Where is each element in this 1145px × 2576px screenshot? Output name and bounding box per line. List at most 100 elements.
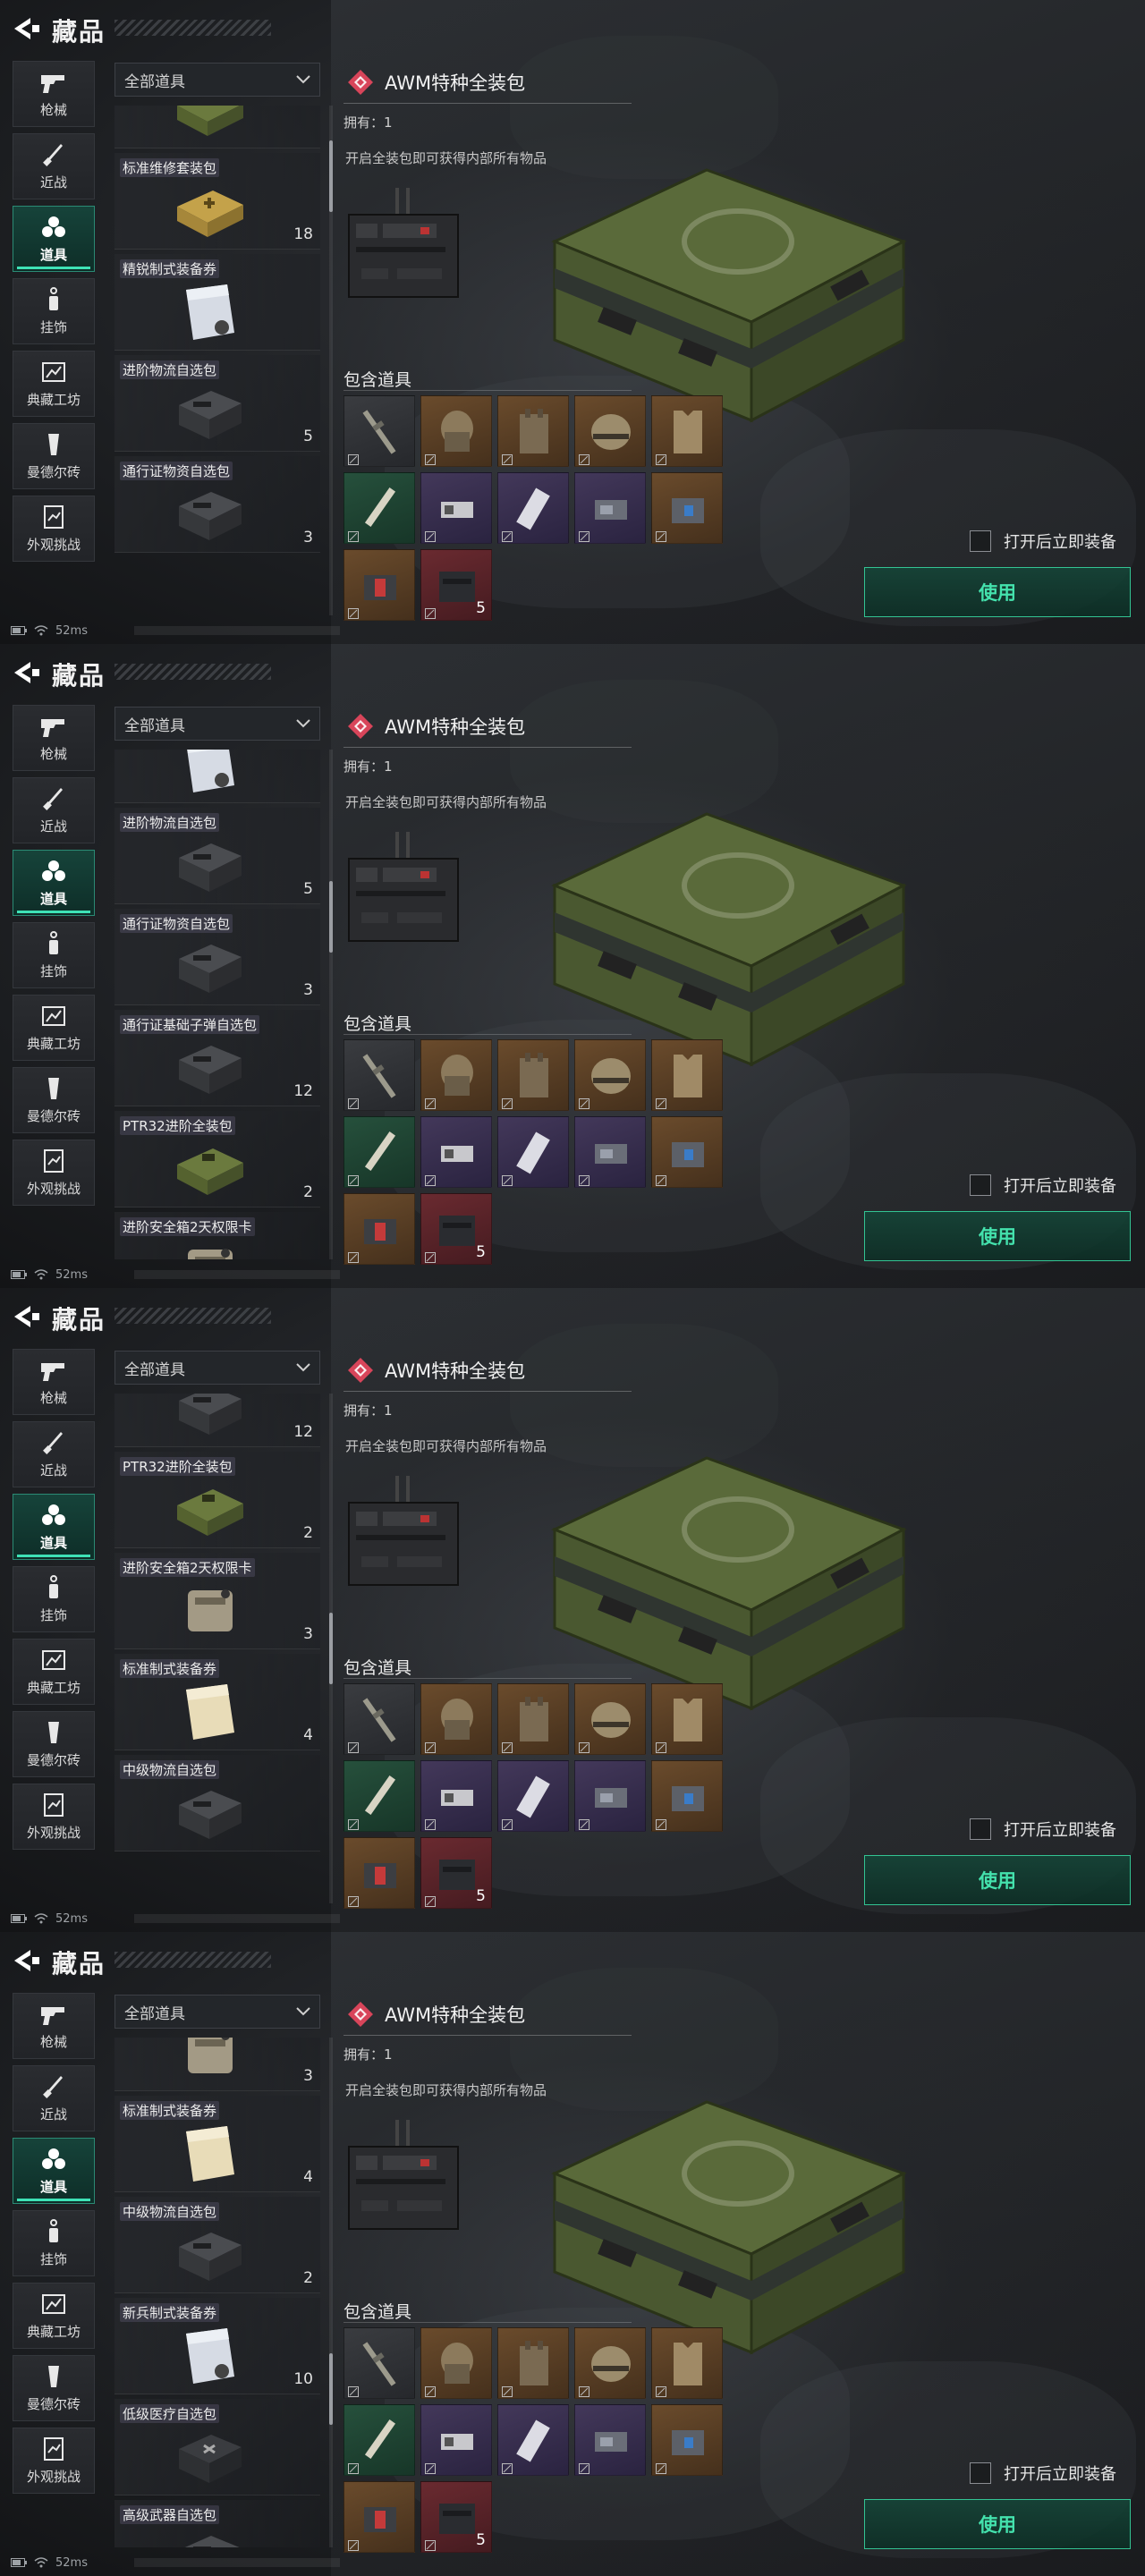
nav-item-2[interactable]: 道具 xyxy=(13,206,95,272)
list-item[interactable]: 新兵制式装备券 10 xyxy=(114,2298,320,2394)
auto-equip-option[interactable]: 打开后立即装备 xyxy=(970,1818,1116,1841)
nav-item-6[interactable]: 外观挑战 xyxy=(13,1140,95,1206)
contents-item[interactable] xyxy=(651,1760,723,1832)
contents-item[interactable] xyxy=(574,472,646,544)
nav-item-2[interactable]: 道具 xyxy=(13,2138,95,2204)
contents-item[interactable] xyxy=(344,1683,415,1755)
auto-equip-checkbox[interactable] xyxy=(970,2462,991,2484)
contents-item[interactable] xyxy=(420,472,492,544)
contents-item[interactable] xyxy=(344,2404,415,2476)
item-list[interactable]: 进阶物流自选包 5 通行证物资自选包 3 通行证基础子弹自选包 12 PTR32进阶全装包 2… xyxy=(114,750,326,1259)
nav-item-1[interactable]: 近战 xyxy=(13,133,95,199)
nav-item-4[interactable]: 典藏工坊 xyxy=(13,2283,95,2349)
list-item[interactable]: 标准维修套装包 18 xyxy=(114,153,320,250)
nav-item-0[interactable]: 枪械 xyxy=(13,705,95,771)
item-filter-dropdown[interactable]: 全部道具 xyxy=(114,63,320,97)
use-button[interactable]: 使用 xyxy=(864,567,1131,617)
contents-item[interactable] xyxy=(497,2327,569,2399)
contents-item[interactable]: 5 xyxy=(420,549,492,621)
list-item[interactable]: 高级武器自选包 xyxy=(114,2500,320,2547)
contents-item[interactable] xyxy=(574,2404,646,2476)
contents-item[interactable] xyxy=(497,1116,569,1188)
contents-item[interactable] xyxy=(651,2404,723,2476)
item-filter-dropdown[interactable]: 全部道具 xyxy=(114,1351,320,1385)
contents-item[interactable] xyxy=(497,1683,569,1755)
back-button[interactable] xyxy=(11,1302,41,1331)
nav-item-5[interactable]: 曼德尔砖 xyxy=(13,423,95,489)
nav-item-6[interactable]: 外观挑战 xyxy=(13,1784,95,1850)
nav-item-1[interactable]: 近战 xyxy=(13,1421,95,1487)
contents-item[interactable] xyxy=(420,2327,492,2399)
contents-item[interactable] xyxy=(574,1683,646,1755)
contents-item[interactable] xyxy=(497,1039,569,1111)
nav-item-0[interactable]: 枪械 xyxy=(13,1993,95,2059)
contents-item[interactable] xyxy=(344,549,415,621)
nav-item-5[interactable]: 曼德尔砖 xyxy=(13,1711,95,1777)
back-button[interactable] xyxy=(11,1946,41,1975)
contents-item[interactable] xyxy=(574,1116,646,1188)
auto-equip-option[interactable]: 打开后立即装备 xyxy=(970,1174,1116,1197)
list-item[interactable] xyxy=(114,750,320,803)
list-item[interactable]: 进阶安全箱2天权限卡 3 xyxy=(114,1553,320,1649)
contents-item[interactable] xyxy=(651,395,723,467)
contents-item[interactable]: 5 xyxy=(420,1193,492,1265)
nav-item-6[interactable]: 外观挑战 xyxy=(13,2428,95,2494)
contents-item[interactable] xyxy=(420,1116,492,1188)
list-item[interactable]: 中级物流自选包 xyxy=(114,1755,320,1852)
auto-equip-checkbox[interactable] xyxy=(970,1174,991,1196)
list-item[interactable]: PTR32进阶全装包 2 xyxy=(114,1452,320,1548)
item-list[interactable]: QJB201高级全装包标准维修套装包 18 精锐制式装备券进阶物流自选包 5 通行证物资… xyxy=(114,106,326,615)
contents-item[interactable]: 5 xyxy=(420,2481,492,2553)
back-button[interactable] xyxy=(11,658,41,687)
list-item[interactable]: 低级医疗自选包 xyxy=(114,2399,320,2496)
contents-item[interactable] xyxy=(420,2404,492,2476)
list-item[interactable]: PTR32进阶全装包 2 xyxy=(114,1111,320,1208)
list-item[interactable]: 中级物流自选包 2 xyxy=(114,2197,320,2293)
contents-item[interactable] xyxy=(344,395,415,467)
list-item[interactable]: 进阶物流自选包 5 xyxy=(114,355,320,452)
scrollbar-thumb[interactable] xyxy=(329,1613,333,1684)
list-item[interactable]: 通行证基础子弹自选包 12 xyxy=(114,1010,320,1106)
use-button[interactable]: 使用 xyxy=(864,1855,1131,1905)
auto-equip-option[interactable]: 打开后立即装备 xyxy=(970,530,1116,553)
contents-item[interactable] xyxy=(574,1760,646,1832)
nav-item-3[interactable]: 挂饰 xyxy=(13,278,95,344)
contents-item[interactable] xyxy=(497,472,569,544)
contents-item[interactable] xyxy=(651,1116,723,1188)
list-item[interactable]: 标准制式装备券 4 xyxy=(114,2096,320,2192)
contents-item[interactable] xyxy=(651,1683,723,1755)
contents-item[interactable] xyxy=(497,395,569,467)
list-item[interactable]: 3 xyxy=(114,2038,320,2091)
contents-item[interactable] xyxy=(344,472,415,544)
nav-item-0[interactable]: 枪械 xyxy=(13,61,95,127)
item-filter-dropdown[interactable]: 全部道具 xyxy=(114,1995,320,2029)
nav-item-1[interactable]: 近战 xyxy=(13,777,95,843)
list-item[interactable]: QJB201高级全装包 xyxy=(114,106,320,148)
contents-item[interactable] xyxy=(344,1193,415,1265)
contents-item[interactable] xyxy=(344,1760,415,1832)
contents-item[interactable] xyxy=(651,1039,723,1111)
nav-item-3[interactable]: 挂饰 xyxy=(13,2210,95,2276)
contents-item[interactable]: 5 xyxy=(420,1837,492,1909)
contents-item[interactable] xyxy=(651,472,723,544)
scrollbar-thumb[interactable] xyxy=(329,2353,333,2425)
item-list-scrollbar[interactable] xyxy=(329,1394,333,1903)
contents-item[interactable] xyxy=(420,395,492,467)
nav-item-5[interactable]: 曼德尔砖 xyxy=(13,1067,95,1133)
contents-item[interactable] xyxy=(420,1683,492,1755)
item-list-scrollbar[interactable] xyxy=(329,106,333,615)
nav-item-4[interactable]: 典藏工坊 xyxy=(13,1639,95,1705)
scrollbar-thumb[interactable] xyxy=(329,881,333,953)
nav-item-4[interactable]: 典藏工坊 xyxy=(13,351,95,417)
nav-item-2[interactable]: 道具 xyxy=(13,850,95,916)
contents-item[interactable] xyxy=(344,2327,415,2399)
list-item[interactable]: 进阶安全箱2天权限卡 xyxy=(114,1212,320,1259)
contents-item[interactable] xyxy=(344,1837,415,1909)
nav-item-0[interactable]: 枪械 xyxy=(13,1349,95,1415)
item-list[interactable]: 通行证基础子弹自选包12 PTR32进阶全装包 2 进阶安全箱2天权限卡 3 标准制式装备… xyxy=(114,1394,326,1903)
nav-item-5[interactable]: 曼德尔砖 xyxy=(13,2355,95,2421)
auto-equip-option[interactable]: 打开后立即装备 xyxy=(970,2462,1116,2485)
contents-item[interactable] xyxy=(497,2404,569,2476)
nav-item-4[interactable]: 典藏工坊 xyxy=(13,995,95,1061)
nav-item-3[interactable]: 挂饰 xyxy=(13,922,95,988)
